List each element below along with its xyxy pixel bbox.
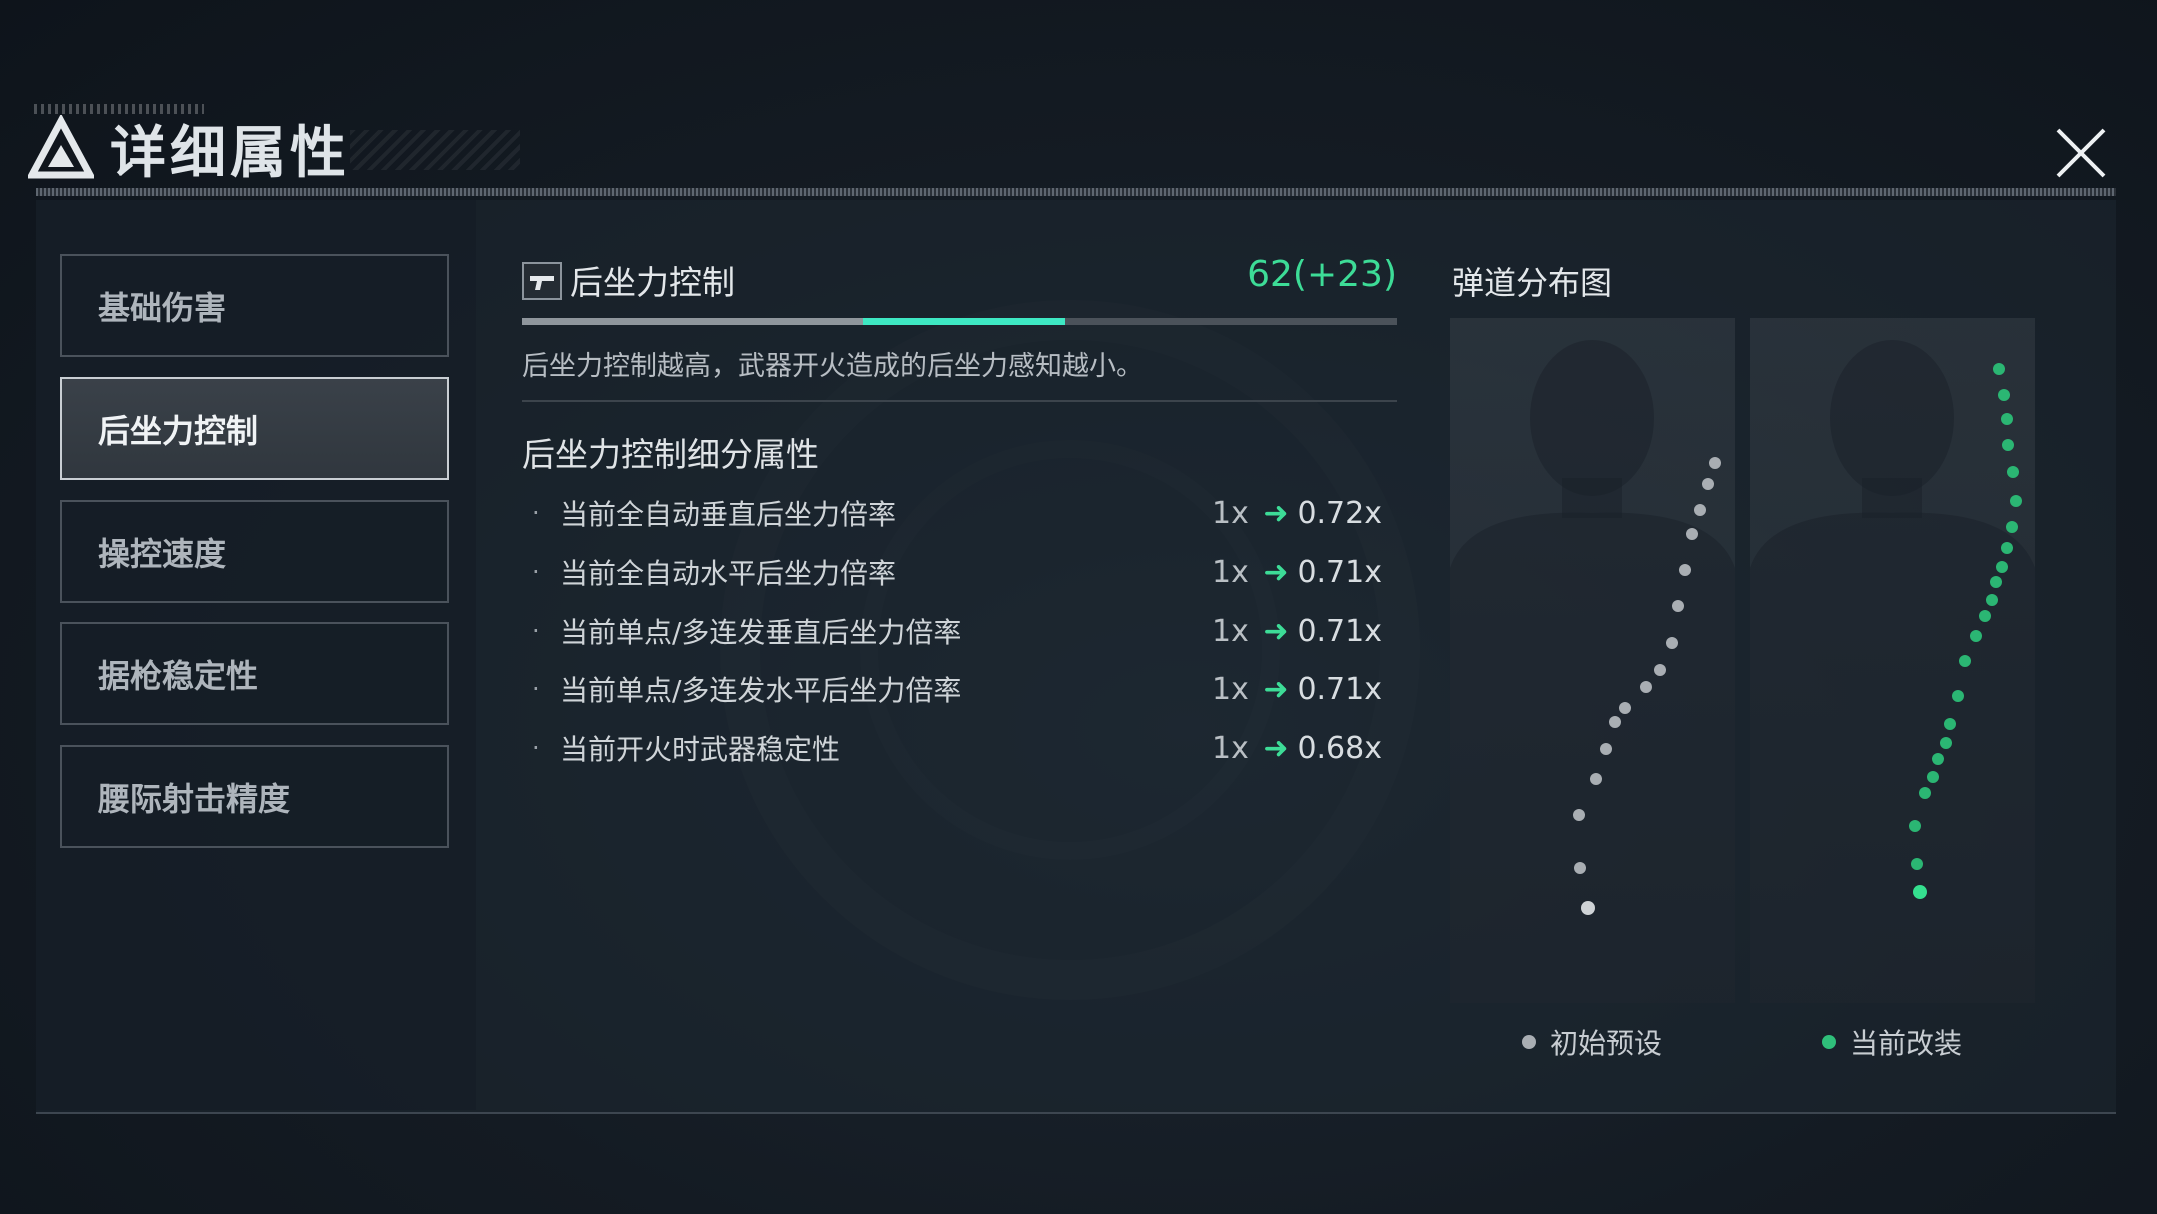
- attribute-old-value: 1x: [1212, 554, 1249, 590]
- legend-current: 当前改装: [1822, 1022, 1962, 1062]
- header: 详细属性: [26, 108, 350, 188]
- attribute-new-value: 0.71x: [1297, 671, 1382, 707]
- spread-dot: [1986, 594, 1998, 606]
- attribute-row: · 当前开火时武器稳定性 1x ➜ 0.68x: [532, 723, 1382, 773]
- spread-dot: [2001, 542, 2013, 554]
- attribute-old-value: 1x: [1212, 613, 1249, 649]
- attribute-new-value: 0.71x: [1297, 613, 1382, 649]
- attribute-label: 当前单点/多连发水平后坐力倍率: [560, 674, 962, 707]
- spread-dot: [1666, 637, 1678, 649]
- spread-dot: [1913, 885, 1927, 899]
- attribute-old-value: 1x: [1212, 495, 1249, 531]
- close-icon[interactable]: [2048, 120, 2114, 186]
- spread-dot: [1940, 737, 1952, 749]
- spread-dot: [2002, 439, 2014, 451]
- arrow-right-icon: ➜: [1263, 554, 1289, 590]
- stat-value: 62(+23): [1247, 254, 1397, 295]
- spread-dot: [1654, 664, 1666, 676]
- bullet: ·: [532, 734, 540, 762]
- spread-dot: [1993, 363, 2005, 375]
- spread-dot: [1932, 753, 1944, 765]
- triangle-logo-icon: [26, 113, 96, 181]
- spread-dot: [1600, 743, 1612, 755]
- attribute-row: · 当前全自动水平后坐力倍率 1x ➜ 0.71x: [532, 547, 1382, 597]
- bullet: ·: [532, 558, 540, 586]
- spread-dot: [1909, 820, 1921, 832]
- bullet: ·: [532, 675, 540, 703]
- stat-description: 后坐力控制越高，武器开火造成的后坐力感知越小。: [522, 351, 1143, 382]
- header-divider: [36, 188, 2116, 196]
- arrow-right-icon: ➜: [1263, 613, 1289, 649]
- sub-attributes-title: 后坐力控制细分属性: [522, 435, 819, 474]
- spread-dot: [1952, 690, 1964, 702]
- silhouette-icon: [1450, 340, 1735, 1003]
- spread-dot: [2001, 413, 2013, 425]
- silhouette-icon: [1750, 340, 2035, 1003]
- spread-dot: [1573, 809, 1585, 821]
- stat-bar-base: [522, 318, 864, 325]
- spread-dot: [1911, 858, 1923, 870]
- sidebar-item-base-damage[interactable]: 基础伤害: [60, 254, 449, 357]
- spread-dot: [1709, 457, 1721, 469]
- spread-dot: [1686, 528, 1698, 540]
- attribute-new-value: 0.72x: [1297, 495, 1382, 531]
- spread-dot: [1581, 901, 1595, 915]
- spread-dot: [1927, 771, 1939, 783]
- sidebar-item-hipfire-accuracy[interactable]: 腰际射击精度: [60, 745, 449, 848]
- spread-dot: [1679, 564, 1691, 576]
- attribute-old-value: 1x: [1212, 671, 1249, 707]
- spread-dot: [1574, 862, 1586, 874]
- spread-dot: [1640, 681, 1652, 693]
- spread-dot: [1919, 787, 1931, 799]
- arrow-right-icon: ➜: [1263, 730, 1289, 766]
- legend-dot: [1822, 1035, 1836, 1049]
- attribute-new-value: 0.71x: [1297, 554, 1382, 590]
- attribute-new-value: 0.68x: [1297, 730, 1382, 766]
- spread-dot: [1998, 389, 2010, 401]
- spread-dot: [2006, 521, 2018, 533]
- spread-dot: [1609, 716, 1621, 728]
- attribute-row: · 当前单点/多连发水平后坐力倍率 1x ➜ 0.71x: [532, 664, 1382, 714]
- sidebar-item-handling-speed[interactable]: 操控速度: [60, 500, 449, 603]
- legend-label: 当前改装: [1850, 1027, 1963, 1060]
- spread-panel-default: [1450, 318, 1735, 1003]
- bullet: ·: [532, 617, 540, 645]
- attribute-label: 当前开火时武器稳定性: [560, 733, 841, 766]
- spread-panel-current: [1750, 318, 2035, 1003]
- spread-dot: [2007, 466, 2019, 478]
- page-title: 详细属性: [110, 120, 350, 186]
- spread-dot: [1619, 702, 1631, 714]
- legend-default: 初始预设: [1522, 1022, 1662, 1062]
- spread-dot: [1990, 576, 2002, 588]
- attribute-row: · 当前单点/多连发垂直后坐力倍率 1x ➜ 0.71x: [532, 606, 1382, 656]
- spread-dot: [1702, 478, 1714, 490]
- spread-dot: [1590, 773, 1602, 785]
- arrow-right-icon: ➜: [1263, 495, 1289, 531]
- arrow-right-icon: ➜: [1263, 671, 1289, 707]
- attribute-label: 当前单点/多连发垂直后坐力倍率: [560, 616, 962, 649]
- pistol-icon: [522, 262, 562, 300]
- spread-dot: [1959, 655, 1971, 667]
- header-hatch: [350, 130, 520, 170]
- sidebar-item-recoil-control[interactable]: 后坐力控制: [60, 377, 449, 480]
- spread-title: 弹道分布图: [1452, 264, 1613, 302]
- bullet: ·: [532, 499, 540, 527]
- spread-dot: [1672, 600, 1684, 612]
- sidebar-item-aim-stability[interactable]: 据枪稳定性: [60, 622, 449, 725]
- attribute-old-value: 1x: [1212, 730, 1249, 766]
- attribute-row: · 当前全自动垂直后坐力倍率 1x ➜ 0.72x: [532, 488, 1382, 538]
- spread-dot: [1970, 630, 1982, 642]
- section-divider: [522, 400, 1397, 402]
- attribute-label: 当前全自动水平后坐力倍率: [560, 557, 897, 590]
- spread-dot: [1979, 610, 1991, 622]
- legend-dot: [1522, 1035, 1536, 1049]
- spread-dot: [1944, 718, 1956, 730]
- spread-dot: [1694, 504, 1706, 516]
- legend-label: 初始预设: [1550, 1027, 1663, 1060]
- spread-dot: [2010, 495, 2022, 507]
- attribute-label: 当前全自动垂直后坐力倍率: [560, 498, 897, 531]
- stat-bar-bonus: [863, 318, 1065, 325]
- spread-dot: [1996, 561, 2008, 573]
- stat-name: 后坐力控制: [570, 263, 735, 302]
